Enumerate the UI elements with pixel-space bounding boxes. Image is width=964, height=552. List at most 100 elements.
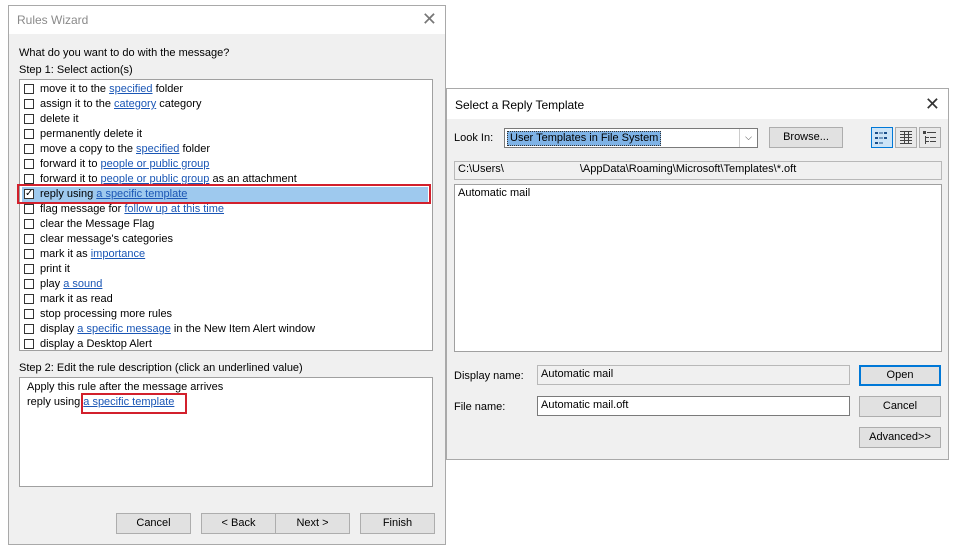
action-item[interactable]: assign it to the category category	[22, 97, 428, 112]
action-value-link[interactable]: follow up at this time	[124, 203, 224, 215]
action-item[interactable]: move it to the specified folder	[22, 82, 428, 97]
action-checkbox[interactable]	[24, 309, 34, 319]
action-checkbox[interactable]	[24, 159, 34, 169]
action-checkbox[interactable]	[24, 264, 34, 274]
action-text: in the New Item Alert window	[170, 323, 316, 335]
action-value-link[interactable]: people or public group	[101, 158, 210, 170]
title-bar: Select a Reply Template ✕	[447, 89, 948, 119]
action-checkbox[interactable]	[24, 234, 34, 244]
file-item[interactable]: Automatic mail	[458, 187, 530, 199]
action-item[interactable]: clear the Message Flag	[22, 217, 428, 232]
reply-template-dialog: Select a Reply Template ✕ Look In: User …	[446, 88, 949, 460]
file-list[interactable]: Automatic mail	[454, 184, 942, 352]
action-value-link[interactable]: a specific message	[77, 323, 171, 335]
path-bar: C:\Users\ \AppData\Roaming\Microsoft\Temp…	[454, 161, 942, 180]
action-text: folder	[179, 143, 210, 155]
action-label: delete it	[40, 113, 79, 125]
action-item[interactable]: print it	[22, 262, 428, 277]
action-item[interactable]: stop processing more rules	[22, 307, 428, 322]
display-name-field: Automatic mail	[537, 365, 850, 385]
cancel-button[interactable]: Cancel	[859, 396, 941, 417]
action-checkbox[interactable]	[24, 114, 34, 124]
highlight-box-description	[81, 393, 187, 414]
action-checkbox[interactable]	[24, 84, 34, 94]
action-value-link[interactable]: category	[114, 98, 156, 110]
action-label: mark it as importance	[40, 248, 145, 260]
cancel-button[interactable]: Cancel	[116, 513, 191, 534]
action-label: move it to the specified folder	[40, 83, 183, 95]
look-in-label: Look In:	[454, 132, 494, 144]
action-text: permanently delete it	[40, 128, 143, 140]
next-button[interactable]: Next >	[275, 513, 350, 534]
question-label: What do you want to do with the message?	[19, 47, 230, 59]
action-item[interactable]: delete it	[22, 112, 428, 127]
action-label: assign it to the category category	[40, 98, 201, 110]
action-value-link[interactable]: a sound	[63, 278, 102, 290]
list-view-icon[interactable]	[871, 127, 893, 148]
properties-view-icon[interactable]	[919, 127, 941, 148]
action-label: flag message for follow up at this time	[40, 203, 224, 215]
action-item[interactable]: permanently delete it	[22, 127, 428, 142]
step2-label: Step 2: Edit the rule description (click…	[19, 362, 303, 374]
file-name-input[interactable]: Automatic mail.oft	[537, 396, 850, 416]
look-in-value: User Templates in File System	[507, 131, 662, 146]
action-label: permanently delete it	[40, 128, 142, 140]
title-bar: Rules Wizard ✕	[9, 6, 445, 34]
action-item[interactable]: mark it as read	[22, 292, 428, 307]
action-checkbox[interactable]	[24, 144, 34, 154]
action-item[interactable]: display a specific message in the New It…	[22, 322, 428, 337]
action-checkbox[interactable]	[24, 324, 34, 334]
path-suffix: \AppData\Roaming\Microsoft\Templates\*.o…	[579, 163, 797, 175]
action-checkbox[interactable]	[24, 279, 34, 289]
close-icon[interactable]: ✕	[422, 9, 437, 30]
look-in-dropdown[interactable]: User Templates in File System ⌵	[504, 128, 758, 148]
description-line-2-text: reply using	[27, 396, 84, 408]
action-text: clear the Message Flag	[40, 218, 155, 230]
action-label: clear message's categories	[40, 233, 173, 245]
actions-list[interactable]: move it to the specified folder assign it…	[19, 79, 433, 351]
action-text: category	[156, 98, 202, 110]
close-icon[interactable]: ✕	[925, 94, 940, 115]
action-item[interactable]: flag message for follow up at this time	[22, 202, 428, 217]
action-label: play a sound	[40, 278, 102, 290]
action-text: folder	[152, 83, 184, 95]
action-label: display a specific message in the New It…	[40, 323, 315, 335]
action-label: forward it to people or public group	[40, 158, 209, 170]
action-checkbox[interactable]	[24, 129, 34, 139]
action-item[interactable]: display a Desktop Alert	[22, 337, 428, 352]
action-checkbox[interactable]	[24, 204, 34, 214]
action-item[interactable]: move a copy to the specified folder	[22, 142, 428, 157]
browse-button[interactable]: Browse...	[769, 127, 843, 148]
rules-wizard-dialog: Rules Wizard ✕ What do you want to do wi…	[8, 5, 446, 545]
action-checkbox[interactable]	[24, 219, 34, 229]
path-prefix: C:\Users\	[458, 163, 504, 175]
action-text: mark it as	[40, 248, 91, 260]
action-label: print it	[40, 263, 70, 275]
action-label: clear the Message Flag	[40, 218, 154, 230]
action-item[interactable]: forward it to people or public group	[22, 157, 428, 172]
action-text: delete it	[40, 113, 79, 125]
action-item[interactable]: mark it as importance	[22, 247, 428, 262]
action-checkbox[interactable]	[24, 294, 34, 304]
action-item[interactable]: play a sound	[22, 277, 428, 292]
action-checkbox[interactable]	[24, 339, 34, 349]
details-view-icon[interactable]	[895, 127, 917, 148]
back-button[interactable]: < Back	[201, 513, 276, 534]
action-text: move it to the	[40, 83, 110, 95]
display-name-label: Display name:	[454, 370, 524, 382]
action-value-link[interactable]: specified	[109, 83, 152, 95]
action-checkbox[interactable]	[24, 99, 34, 109]
action-checkbox[interactable]	[24, 174, 34, 184]
file-name-label: File name:	[454, 401, 506, 413]
action-item[interactable]: clear message's categories	[22, 232, 428, 247]
action-text: display a Desktop Alert	[40, 338, 152, 350]
action-text: clear message's categories	[40, 233, 173, 245]
action-value-link[interactable]: specified	[136, 143, 179, 155]
open-button[interactable]: Open	[859, 365, 941, 386]
action-value-link[interactable]: importance	[91, 248, 145, 260]
finish-button[interactable]: Finish	[360, 513, 435, 534]
action-checkbox[interactable]	[24, 249, 34, 259]
action-text: mark it as read	[40, 293, 113, 305]
chevron-down-icon[interactable]: ⌵	[739, 129, 757, 147]
advanced-button[interactable]: Advanced>>	[859, 427, 941, 448]
